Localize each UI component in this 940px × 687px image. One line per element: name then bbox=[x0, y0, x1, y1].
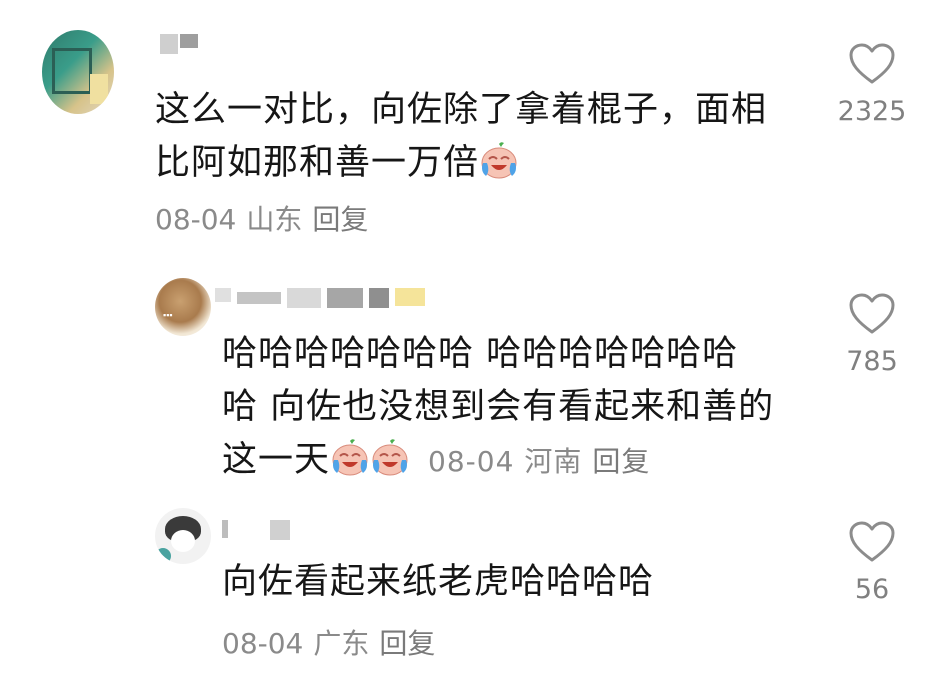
username-blurred[interactable] bbox=[160, 34, 200, 58]
comment-text: 哈哈哈哈哈哈哈 哈哈哈哈哈哈哈 哈 向佐也没想到会有看起来和善的 这一天 08-0… bbox=[222, 328, 822, 488]
comment-date: 08-04 bbox=[155, 203, 237, 236]
crying-laughing-emoji-icon bbox=[330, 438, 370, 478]
comment-text: 这么一对比，向佐除了拿着棍子，面相 比阿如那和善一万倍 bbox=[155, 84, 815, 190]
reply-button[interactable]: 回复 bbox=[592, 445, 650, 478]
like-count: 2325 bbox=[837, 96, 907, 127]
heart-outline-icon[interactable] bbox=[848, 520, 896, 564]
like-count: 785 bbox=[846, 346, 898, 377]
avatar[interactable] bbox=[155, 508, 211, 564]
reply-button[interactable]: 回复 bbox=[312, 203, 368, 236]
comment-date: 08-04 bbox=[428, 445, 515, 478]
comment-location: 河南 bbox=[524, 445, 583, 478]
comment-text: 向佐看起来纸老虎哈哈哈哈 bbox=[222, 556, 822, 609]
comment-meta: 08-04 河南 回复 bbox=[428, 445, 660, 478]
heart-outline-icon[interactable] bbox=[848, 42, 896, 86]
crying-laughing-emoji-icon bbox=[370, 438, 410, 478]
reply-comment-item: ▪▪▪ 哈哈哈哈哈哈哈 哈哈哈哈哈哈哈 哈 向佐也没想到会有看起来和善的 这一天… bbox=[0, 260, 940, 490]
username-blurred[interactable] bbox=[222, 520, 302, 544]
comment-text-line: 这一天 08-04 河南 回复 bbox=[222, 434, 822, 488]
like-button[interactable]: 56 bbox=[822, 520, 922, 605]
comment-date: 08-04 bbox=[222, 627, 304, 660]
username-blurred[interactable] bbox=[215, 288, 435, 312]
comment-item: 这么一对比，向佐除了拿着棍子，面相 比阿如那和善一万倍 08-04 山东 回复 23… bbox=[0, 0, 940, 260]
comment-location: 山东 bbox=[246, 203, 303, 236]
comment-location: 广东 bbox=[313, 627, 370, 660]
reply-comment-item: 向佐看起来纸老虎哈哈哈哈 08-04 广东 回复 56 bbox=[0, 490, 940, 687]
reply-button[interactable]: 回复 bbox=[379, 627, 435, 660]
crying-laughing-emoji-icon bbox=[479, 141, 519, 181]
comment-text-line: 哈 向佐也没想到会有看起来和善的 bbox=[222, 387, 775, 427]
comment-meta: 08-04 广东 回复 bbox=[222, 622, 445, 662]
avatar[interactable]: ▪▪▪ bbox=[155, 278, 211, 336]
comment-meta: 08-04 山东 回复 bbox=[155, 198, 378, 238]
comment-text-line: 比阿如那和善一万倍 bbox=[155, 137, 815, 190]
avatar[interactable] bbox=[42, 30, 114, 114]
like-button[interactable]: 2325 bbox=[822, 42, 922, 127]
comment-text-line: 哈哈哈哈哈哈哈 哈哈哈哈哈哈哈 bbox=[222, 334, 739, 374]
heart-outline-icon[interactable] bbox=[848, 292, 896, 336]
comment-text-line: 这么一对比，向佐除了拿着棍子，面相 bbox=[155, 90, 768, 130]
like-count: 56 bbox=[854, 574, 890, 605]
comment-text-line: 向佐看起来纸老虎哈哈哈哈 bbox=[222, 562, 655, 602]
like-button[interactable]: 785 bbox=[822, 292, 922, 377]
